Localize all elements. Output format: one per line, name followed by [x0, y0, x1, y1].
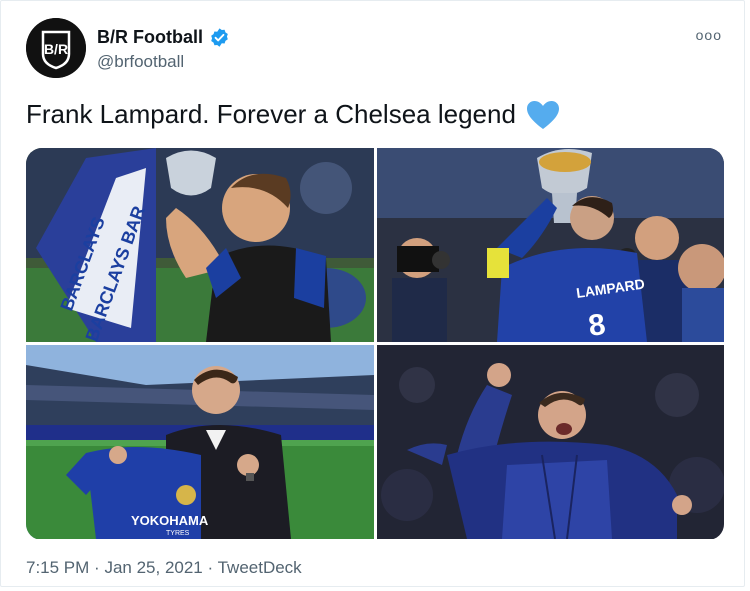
tweet-text: Frank Lampard. Forever a Chelsea legend [26, 99, 560, 130]
photo-celebration[interactable] [377, 345, 724, 539]
tweet-time[interactable]: 7:15 PM [26, 558, 89, 577]
br-logo-icon: B/R [26, 18, 86, 78]
author-name[interactable]: B/R Football [97, 27, 203, 48]
meta-separator: · [207, 558, 214, 577]
tweet-card: B/R B/R Football @brfootball ooo Frank L… [0, 0, 745, 587]
photo-champions-trophy[interactable]: LAMPARD 8 [377, 148, 724, 342]
photo-shirt-unveiling[interactable]: YOKOHAMA TYRES [26, 345, 374, 539]
tweet-meta: 7:15 PM · Jan 25, 2021 · TweetDeck [26, 558, 302, 578]
author-row: B/R Football [97, 27, 230, 48]
photo-celebration-image [377, 345, 724, 539]
blue-heart-icon [526, 100, 559, 129]
tweet-source[interactable]: TweetDeck [218, 558, 302, 577]
svg-text:YOKOHAMA: YOKOHAMA [131, 513, 209, 528]
tweet-date[interactable]: Jan 25, 2021 [104, 558, 202, 577]
verified-badge-icon [211, 28, 228, 47]
author-handle[interactable]: @brfootball [97, 52, 184, 72]
svg-text:B/R: B/R [44, 41, 68, 57]
svg-text:TYRES: TYRES [166, 530, 190, 537]
photo-shirt-unveiling-image: YOKOHAMA TYRES [26, 345, 374, 539]
avatar[interactable]: B/R [26, 18, 86, 78]
meta-separator: · [94, 558, 100, 577]
photo-champions-trophy-image: LAMPARD 8 [377, 148, 724, 342]
photo-trophy-kiss[interactable]: BARCLAYS BARCLAYS BAR [26, 148, 374, 342]
photo-trophy-kiss-image: BARCLAYS BARCLAYS BAR [26, 148, 374, 342]
media-grid: BARCLAYS BARCLAYS BAR LAMPARD 8 YOKOHAMA… [26, 148, 724, 540]
tweet-text-body: Frank Lampard. Forever a Chelsea legend [26, 99, 516, 129]
more-options-button[interactable]: ooo [696, 27, 722, 43]
